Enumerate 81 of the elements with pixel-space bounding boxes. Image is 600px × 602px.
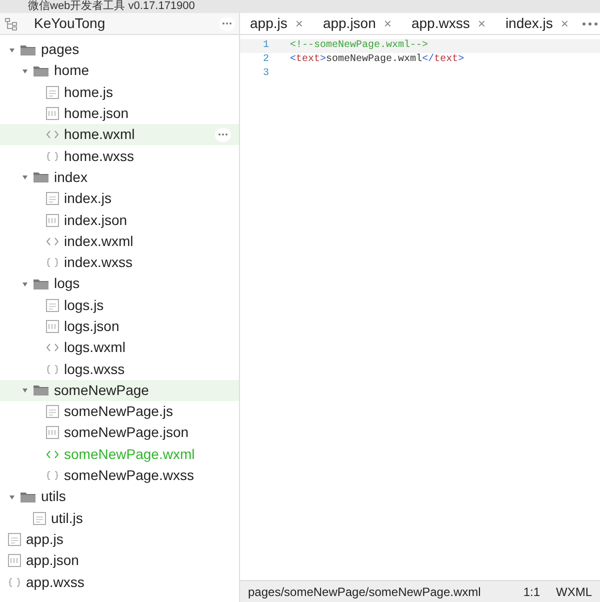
tab[interactable]: app.wxss bbox=[411, 13, 470, 34]
curly-braces-icon bbox=[46, 364, 59, 375]
file-icon bbox=[46, 214, 59, 227]
tree-item[interactable]: logs.wxss bbox=[0, 358, 239, 380]
more-button[interactable] bbox=[219, 16, 235, 30]
curly-braces-icon bbox=[46, 150, 59, 162]
more-icon bbox=[222, 22, 232, 25]
tree-item[interactable]: home.wxml bbox=[0, 124, 239, 146]
tree-item[interactable]: logs bbox=[0, 273, 239, 295]
more-icon[interactable] bbox=[582, 22, 598, 26]
folder-icon bbox=[33, 384, 49, 396]
cursor-position: 1:1 bbox=[523, 584, 540, 600]
file-icon bbox=[46, 86, 59, 99]
tree-item[interactable]: home bbox=[0, 60, 239, 82]
file-icon bbox=[46, 405, 59, 418]
line-number: 2 bbox=[262, 53, 270, 67]
file-icon bbox=[33, 512, 46, 525]
project-name: KeYouTong bbox=[34, 14, 106, 33]
code-brackets-icon bbox=[46, 236, 59, 247]
caret-icon[interactable] bbox=[21, 173, 29, 182]
tree-item[interactable]: index.wxss bbox=[0, 252, 239, 274]
tree-item[interactable]: index bbox=[0, 166, 239, 188]
folder-icon bbox=[33, 64, 49, 77]
caret-icon[interactable] bbox=[21, 386, 29, 394]
folder-icon bbox=[20, 44, 36, 56]
tree-item[interactable]: home.wxss bbox=[0, 145, 239, 167]
language-label: WXML bbox=[556, 584, 592, 600]
folder-icon bbox=[33, 171, 49, 184]
more-button[interactable] bbox=[215, 128, 231, 142]
code-line: <text>someNewPage.wxml</text> bbox=[290, 53, 464, 67]
tree-item[interactable]: home.json bbox=[0, 102, 239, 124]
caret-icon[interactable] bbox=[21, 66, 29, 75]
folder-icon bbox=[20, 490, 36, 503]
folder-icon bbox=[33, 278, 49, 290]
file-icon bbox=[8, 532, 21, 546]
code-brackets-icon bbox=[46, 448, 59, 460]
curly-braces-icon bbox=[8, 576, 21, 588]
file-icon bbox=[46, 192, 59, 206]
curly-braces-icon bbox=[46, 257, 59, 268]
tree-item[interactable]: someNewPage.js bbox=[0, 401, 239, 422]
close-button[interactable]: × bbox=[295, 14, 303, 34]
file-icon bbox=[46, 298, 59, 312]
close-button[interactable]: × bbox=[560, 14, 568, 34]
tree-item[interactable]: logs.json bbox=[0, 316, 239, 338]
close-button[interactable]: × bbox=[384, 14, 392, 34]
file-icon bbox=[8, 554, 21, 568]
tree-item[interactable]: app.js bbox=[0, 528, 239, 550]
tree-item[interactable]: utils bbox=[0, 486, 239, 508]
code-line: <!--someNewPage.wxml--> bbox=[290, 39, 428, 53]
curly-braces-icon bbox=[46, 470, 59, 482]
tree-item[interactable]: pages bbox=[0, 39, 239, 60]
line-number: 1 bbox=[262, 39, 270, 53]
line-number: 3 bbox=[262, 67, 270, 81]
file-icon bbox=[46, 107, 59, 120]
tree-item[interactable]: home.js bbox=[0, 82, 239, 103]
tree-item[interactable]: someNewPage.wxss bbox=[0, 464, 239, 486]
tab[interactable]: app.js bbox=[250, 13, 288, 34]
file-icon bbox=[46, 320, 59, 333]
tree-item[interactable]: someNewPage bbox=[0, 380, 239, 402]
tree-item[interactable]: logs.js bbox=[0, 294, 239, 316]
more-icon bbox=[218, 133, 228, 136]
caret-icon[interactable] bbox=[21, 280, 29, 288]
tree-item[interactable]: app.wxss bbox=[0, 571, 239, 593]
tree-item[interactable]: app.json bbox=[0, 550, 239, 572]
caret-icon[interactable] bbox=[8, 492, 16, 501]
hierarchy-icon[interactable] bbox=[4, 16, 18, 30]
window-title: 微信web开发者工具 v0.17.171900 bbox=[0, 0, 600, 13]
close-button[interactable]: × bbox=[478, 14, 486, 34]
file-path: pages/someNewPage/someNewPage.wxml bbox=[248, 584, 482, 600]
tree-item[interactable]: index.json bbox=[0, 209, 239, 231]
file-icon bbox=[46, 426, 59, 440]
tab[interactable]: app.json bbox=[322, 13, 376, 34]
tree-item[interactable]: util.js bbox=[0, 508, 239, 529]
tab[interactable]: index.js bbox=[505, 13, 553, 34]
tree-item[interactable]: someNewPage.json bbox=[0, 422, 239, 444]
code-brackets-icon bbox=[46, 342, 59, 354]
tree-item[interactable]: index.js bbox=[0, 188, 239, 210]
tree-item[interactable]: index.wxml bbox=[0, 230, 239, 252]
code-brackets-icon bbox=[46, 129, 59, 140]
caret-icon[interactable] bbox=[8, 46, 16, 54]
tree-item[interactable]: logs.wxml bbox=[0, 337, 239, 358]
